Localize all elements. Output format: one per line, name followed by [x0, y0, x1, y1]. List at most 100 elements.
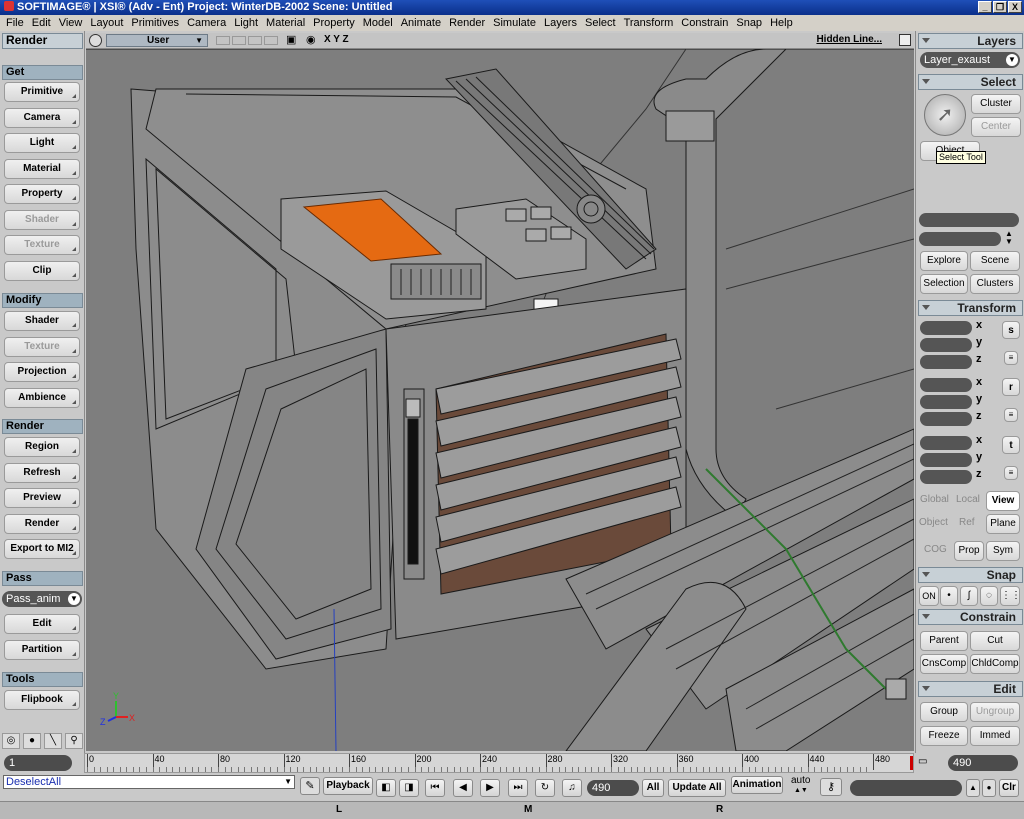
transform-section-header[interactable]: Transform [918, 300, 1023, 316]
all-button[interactable]: All [642, 779, 664, 797]
layers-section-header[interactable]: Layers [918, 33, 1023, 49]
t-x-field[interactable] [920, 436, 972, 450]
menu-camera[interactable]: Camera [183, 16, 230, 30]
record-icon[interactable]: ● [982, 779, 996, 797]
global-button[interactable]: Global [920, 494, 949, 505]
restore-button[interactable]: ❐ [993, 1, 1007, 13]
clear-button[interactable]: Clr [999, 779, 1019, 797]
r-x-field[interactable] [920, 378, 972, 392]
prop-button[interactable]: Prop [954, 541, 984, 561]
menu-help[interactable]: Help [766, 16, 797, 30]
viewport-menu-icon[interactable] [89, 34, 102, 47]
center-button[interactable]: Center [971, 117, 1021, 137]
toolbar-title[interactable]: Render [2, 33, 83, 49]
render-export-to-mi2-button[interactable]: Export to MI2 [4, 539, 80, 559]
get-material-button[interactable]: Material [4, 159, 80, 179]
update-all-button[interactable]: Update All [668, 779, 726, 797]
menu-property[interactable]: Property [309, 16, 359, 30]
explore-button[interactable]: Explore [920, 251, 968, 271]
menu-material[interactable]: Material [262, 16, 309, 30]
constrain-section-header[interactable]: Constrain [918, 609, 1023, 625]
ref-button[interactable]: Ref [959, 517, 975, 528]
modify-projection-button[interactable]: Projection [4, 362, 80, 382]
modify-texture-button[interactable]: Texture [4, 337, 80, 357]
scale-icon[interactable]: s [1002, 321, 1020, 339]
t-y-label[interactable]: y [976, 451, 982, 463]
prev-frame-icon[interactable]: ◀ [453, 779, 473, 797]
s-x-field[interactable] [920, 321, 972, 335]
get-shader-button[interactable]: Shader [4, 210, 80, 230]
select-tool-button[interactable]: ➚ [924, 94, 966, 136]
scene-button[interactable]: Scene [970, 251, 1020, 271]
t-x-label[interactable]: x [976, 434, 982, 446]
menu-transform[interactable]: Transform [620, 16, 678, 30]
clusters-button[interactable]: Clusters [970, 274, 1020, 294]
r-y-field[interactable] [920, 395, 972, 409]
render-refresh-button[interactable]: Refresh [4, 463, 80, 483]
object-ref-button[interactable]: Object [919, 517, 948, 528]
menu-primitives[interactable]: Primitives [127, 16, 183, 30]
pass-edit-button[interactable]: Edit [4, 614, 80, 634]
key-icon[interactable]: ⚷ [820, 778, 842, 796]
minimize-button[interactable]: _ [978, 1, 992, 13]
r-x-label[interactable]: x [976, 376, 982, 388]
snap-on-button[interactable]: ON [919, 586, 939, 606]
stepper-arrows-icon[interactable]: ▲ ▼ [1005, 230, 1013, 246]
snap-curve-icon[interactable]: ∫ [960, 586, 978, 606]
axes-label[interactable]: X Y Z [324, 34, 349, 45]
local-button[interactable]: Local [956, 494, 980, 505]
tools-flipbook-button[interactable]: Flipbook [4, 690, 80, 710]
timeline-scale-icon[interactable]: ▭ [918, 756, 927, 767]
render-section-header[interactable]: Render [2, 419, 83, 434]
pass-partition-button[interactable]: Partition [4, 640, 80, 660]
parent-button[interactable]: Parent [920, 631, 968, 651]
menu-simulate[interactable]: Simulate [489, 16, 540, 30]
timeline-ruler[interactable]: 0 40 80 120 160 200 240 280 320 360 400 440 480 [84, 753, 914, 773]
eye-icon[interactable]: ◉ [306, 33, 316, 46]
s-y-label[interactable]: y [976, 336, 982, 348]
transform-menu-icon[interactable]: ≡ [1004, 466, 1018, 480]
get-section-header[interactable]: Get [2, 65, 83, 80]
selection-filter-field[interactable] [919, 232, 1001, 246]
close-button[interactable]: X [1008, 1, 1022, 13]
translate-icon[interactable]: t [1002, 436, 1020, 454]
snap-point-icon[interactable]: • [940, 586, 958, 606]
loop-icon[interactable]: ↻ [535, 779, 555, 797]
stepper-icon[interactable]: ▲ [966, 779, 980, 797]
end-frame-field[interactable]: 490 [948, 755, 1018, 771]
snap-section-header[interactable]: Snap [918, 567, 1023, 583]
select-section-header[interactable]: Select [918, 74, 1023, 90]
s-z-field[interactable] [920, 355, 972, 369]
r-y-label[interactable]: y [976, 393, 982, 405]
prev-key-icon[interactable]: ◧ [376, 779, 396, 797]
last-frame-icon[interactable]: ⏭ [508, 779, 528, 797]
current-frame-field[interactable]: 490 [587, 780, 639, 796]
first-frame-icon[interactable]: ⏮ [425, 779, 445, 797]
t-y-field[interactable] [920, 453, 972, 467]
auto-key-label[interactable]: auto [791, 775, 810, 786]
sym-button[interactable]: Sym [986, 541, 1020, 561]
playback-menu-button[interactable]: Playback [323, 777, 373, 795]
transform-menu-icon[interactable]: ≡ [1004, 351, 1018, 365]
menu-animate[interactable]: Animate [397, 16, 445, 30]
render-preview-button[interactable]: Preview [4, 488, 80, 508]
menu-select[interactable]: Select [581, 16, 620, 30]
viewport-maximize-icon[interactable] [899, 34, 911, 46]
menu-file[interactable]: File [2, 16, 28, 30]
r-z-label[interactable]: z [976, 410, 982, 422]
chldcomp-button[interactable]: ChldComp [970, 654, 1020, 674]
display-mode-menu[interactable]: Hidden Line... [816, 34, 882, 45]
tools-section-header[interactable]: Tools [2, 672, 83, 687]
plane-button[interactable]: Plane [986, 514, 1020, 534]
transform-menu-icon[interactable]: ≡ [1004, 408, 1018, 422]
camera-selector[interactable]: User ▼ [106, 34, 208, 47]
get-primitive-button[interactable]: Primitive [4, 82, 80, 102]
selection-button[interactable]: Selection [920, 274, 968, 294]
pass-section-header[interactable]: Pass [2, 571, 83, 586]
3d-viewport[interactable]: Y X Z [86, 49, 914, 751]
cut-button[interactable]: Cut [970, 631, 1020, 651]
get-light-button[interactable]: Light [4, 133, 80, 153]
layer-selector[interactable]: Layer_exaust ▼ [920, 52, 1020, 68]
menu-snap[interactable]: Snap [732, 16, 766, 30]
next-key-icon[interactable]: ◨ [399, 779, 419, 797]
